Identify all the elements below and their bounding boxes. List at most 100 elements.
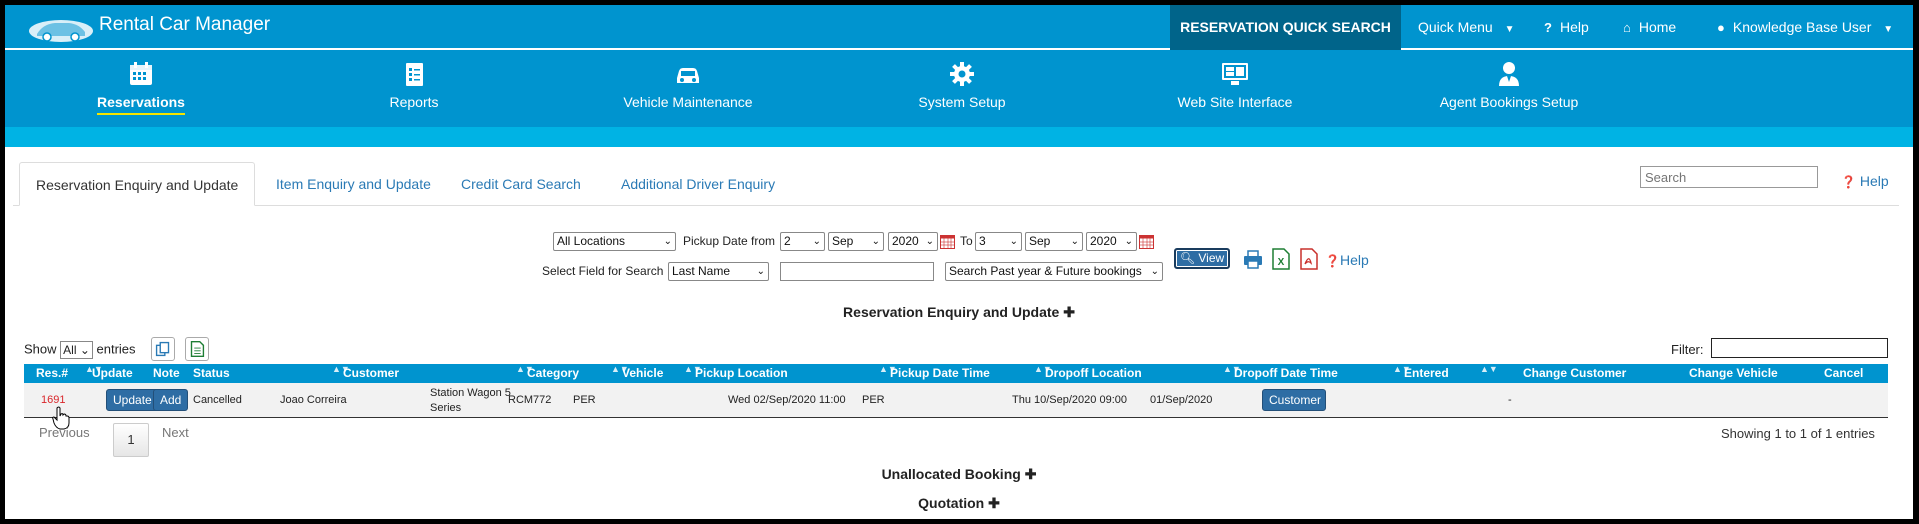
- update-button[interactable]: Update: [106, 389, 159, 411]
- calendar-icon: [130, 62, 152, 85]
- module-reservations[interactable]: Reservations: [41, 60, 241, 115]
- module-web-site-interface[interactable]: Web Site Interface: [1135, 60, 1335, 112]
- help-label: Help: [1339, 252, 1369, 268]
- chevron-down-icon: ⌄: [871, 236, 880, 247]
- excel-export-icon[interactable]: X: [1271, 248, 1291, 270]
- section-unallocated-booking[interactable]: Unallocated Booking ✚: [5, 466, 1913, 483]
- from-year-select[interactable]: 2020 ⌄: [888, 232, 938, 251]
- location-select[interactable]: All Locations ⌄: [553, 232, 676, 251]
- to-day-value: 3: [979, 234, 986, 248]
- user-menu-dropdown[interactable]: ● Knowledge Base User ▼: [1717, 5, 1893, 50]
- help-label: Help: [1859, 173, 1889, 189]
- tab-credit-card-search[interactable]: Credit Card Search: [445, 162, 597, 206]
- help-label: Help: [1559, 19, 1589, 35]
- col-pickup-location[interactable]: Pickup Location: [695, 364, 788, 383]
- quick-menu-dropdown[interactable]: Quick Menu ▼: [1418, 5, 1515, 50]
- from-day-value: 2: [784, 234, 791, 248]
- sort-icon[interactable]: ▲▼: [1480, 364, 1498, 374]
- search-scope-select[interactable]: Search Past year & Future bookings ⌄: [945, 262, 1163, 281]
- col-dropoff-location[interactable]: Dropoff Location: [1045, 364, 1142, 383]
- module-label: Vehicle Maintenance: [623, 94, 753, 110]
- gear-icon: [950, 62, 974, 86]
- pickup-date-label: Pickup Date from: [683, 234, 776, 248]
- csv-export-icon[interactable]: [185, 337, 209, 361]
- question-circle-icon: ❓: [1325, 254, 1340, 268]
- col-category[interactable]: Category: [527, 364, 579, 383]
- module-bar-stripe: [5, 127, 1913, 147]
- user-label: Knowledge Base User: [1732, 19, 1872, 35]
- module-vehicle-maintenance[interactable]: Vehicle Maintenance: [588, 60, 788, 112]
- calendar-picker-icon[interactable]: [1139, 235, 1154, 249]
- page-length-control: Show All ⌄ entries: [24, 341, 136, 359]
- user-icon: ●: [1717, 20, 1725, 35]
- app-title: Rental Car Manager: [99, 14, 271, 35]
- reservation-quick-search-button[interactable]: RESERVATION QUICK SEARCH: [1170, 5, 1401, 50]
- tab-additional-driver-enquiry[interactable]: Additional Driver Enquiry: [605, 162, 791, 206]
- home-link[interactable]: ⌂ Home: [1623, 5, 1676, 50]
- section-title-label: Quotation: [918, 495, 985, 511]
- pdf-export-icon[interactable]: [1299, 248, 1319, 270]
- help-link[interactable]: ? Help: [1544, 5, 1589, 50]
- calendar-picker-icon[interactable]: [940, 235, 955, 249]
- from-month-select[interactable]: Sep ⌄: [828, 232, 884, 251]
- module-label: Reports: [389, 94, 439, 110]
- to-year-select[interactable]: 2020 ⌄: [1086, 232, 1137, 251]
- col-dropoff-datetime[interactable]: Dropoff Date Time: [1234, 364, 1338, 383]
- chevron-down-icon: ⌄: [1070, 236, 1079, 247]
- entries-select[interactable]: All ⌄: [60, 341, 93, 359]
- section-quotation[interactable]: Quotation ✚: [5, 495, 1913, 512]
- to-day-select[interactable]: 3 ⌄: [975, 232, 1022, 251]
- search-value-input[interactable]: [780, 262, 934, 281]
- to-month-select[interactable]: Sep ⌄: [1025, 232, 1083, 251]
- col-customer[interactable]: Customer: [343, 364, 399, 383]
- pickup-location-cell: PER: [573, 394, 596, 406]
- module-reports[interactable]: Reports: [314, 60, 514, 112]
- chevron-down-icon: ⌄: [1009, 236, 1018, 247]
- app-window: Rental Car Manager RESERVATION QUICK SEA…: [5, 5, 1913, 519]
- col-cancel: Cancel: [1824, 366, 1864, 380]
- print-icon[interactable]: [1243, 248, 1263, 270]
- module-label: System Setup: [918, 94, 1006, 110]
- to-label: To: [960, 234, 973, 248]
- col-res-no[interactable]: Res.#: [36, 364, 68, 383]
- chevron-down-icon: ⌄: [663, 236, 672, 247]
- module-label: Web Site Interface: [1177, 94, 1293, 110]
- from-day-select[interactable]: 2 ⌄: [780, 232, 825, 251]
- filter-input[interactable]: [1711, 338, 1888, 358]
- page-1-button[interactable]: 1: [113, 423, 149, 457]
- tab-bar: Reservation Enquiry and Update Item Enqu…: [13, 162, 1899, 206]
- entries-label: entries: [96, 341, 136, 357]
- module-label: Agent Bookings Setup: [1439, 94, 1579, 110]
- view-label: View: [1198, 251, 1225, 265]
- chevron-down-icon: ▼: [1504, 24, 1515, 35]
- tab-reservation-enquiry[interactable]: Reservation Enquiry and Update: [19, 162, 256, 206]
- previous-page-button[interactable]: Previous: [39, 425, 90, 440]
- chevron-down-icon: ▼: [1883, 24, 1894, 35]
- form-help-link[interactable]: ❓Help: [1325, 252, 1369, 268]
- quick-menu-label: Quick Menu: [1418, 19, 1493, 35]
- plus-icon: ✚: [1024, 466, 1037, 482]
- add-note-button[interactable]: Add: [153, 389, 189, 411]
- search-field-select[interactable]: Last Name ⌄: [668, 262, 769, 281]
- module-agent-bookings-setup[interactable]: Agent Bookings Setup: [1409, 60, 1609, 112]
- help-link-top[interactable]: ❓ Help: [1841, 173, 1889, 189]
- search-scope-value: Search Past year & Future bookings: [949, 264, 1142, 278]
- car-logo-icon: [29, 20, 93, 42]
- col-pickup-datetime[interactable]: Pickup Date Time: [890, 364, 990, 383]
- module-system-setup[interactable]: System Setup: [862, 60, 1062, 112]
- tab-item-enquiry[interactable]: Item Enquiry and Update: [260, 162, 447, 206]
- col-vehicle[interactable]: Vehicle: [622, 364, 663, 383]
- col-entered[interactable]: Entered: [1404, 364, 1449, 383]
- section-reservation-enquiry[interactable]: Reservation Enquiry and Update ✚: [5, 304, 1913, 321]
- col-change-customer: Change Customer: [1523, 366, 1627, 380]
- search-field-value: Last Name: [672, 264, 731, 278]
- pickup-datetime-cell: Wed 02/Sep/2020 11:00: [728, 394, 846, 406]
- search-input[interactable]: [1640, 166, 1818, 188]
- next-page-button[interactable]: Next: [162, 425, 189, 440]
- section-title-label: Unallocated Booking: [881, 466, 1021, 482]
- col-status[interactable]: Status: [193, 364, 230, 383]
- copy-icon[interactable]: [151, 337, 175, 361]
- customer-cell: Joao Correira: [280, 394, 347, 406]
- change-customer-button[interactable]: Customer: [1262, 389, 1326, 411]
- view-button[interactable]: 🔍︎ View: [1174, 248, 1230, 269]
